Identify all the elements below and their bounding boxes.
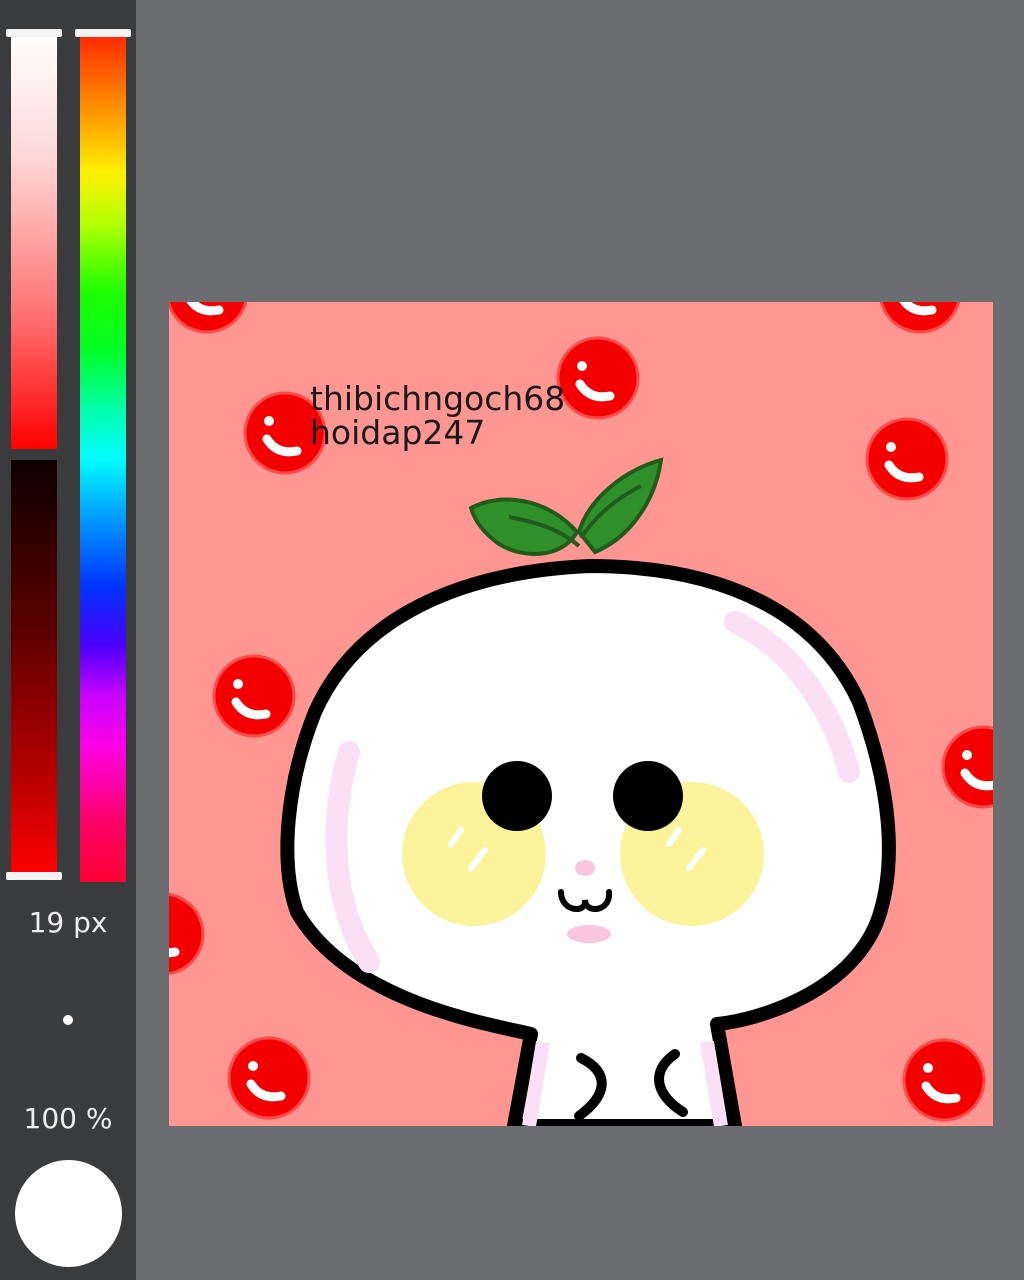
current-color-swatch[interactable] (15, 1160, 122, 1267)
hue-slider[interactable] (80, 36, 126, 882)
hue-slider-handle[interactable] (75, 29, 131, 37)
red-bubble-icon (867, 419, 947, 499)
darkness-slider-handle[interactable] (6, 872, 62, 880)
opacity-value[interactable]: 100 % (0, 1102, 136, 1135)
red-bubble-icon (214, 656, 294, 736)
drawing-canvas[interactable]: thibichngoch68 hoidap247 (169, 302, 993, 1126)
left-eye (482, 761, 552, 831)
darkness-slider[interactable] (11, 460, 57, 872)
brush-preview-dot (63, 1015, 73, 1025)
red-bubble-icon (229, 1038, 309, 1118)
color-brush-panel: 19 px 100 % (0, 0, 136, 1280)
red-bubble-icon (558, 338, 638, 418)
lightness-slider[interactable] (11, 36, 57, 449)
lightness-slider-handle[interactable] (6, 29, 62, 37)
watermark-line-2: hoidap247 (310, 413, 485, 452)
right-eye (613, 761, 683, 831)
artwork: thibichngoch68 hoidap247 (169, 302, 993, 1126)
brush-size-value[interactable]: 19 px (0, 906, 136, 939)
red-bubble-icon (904, 1040, 984, 1120)
